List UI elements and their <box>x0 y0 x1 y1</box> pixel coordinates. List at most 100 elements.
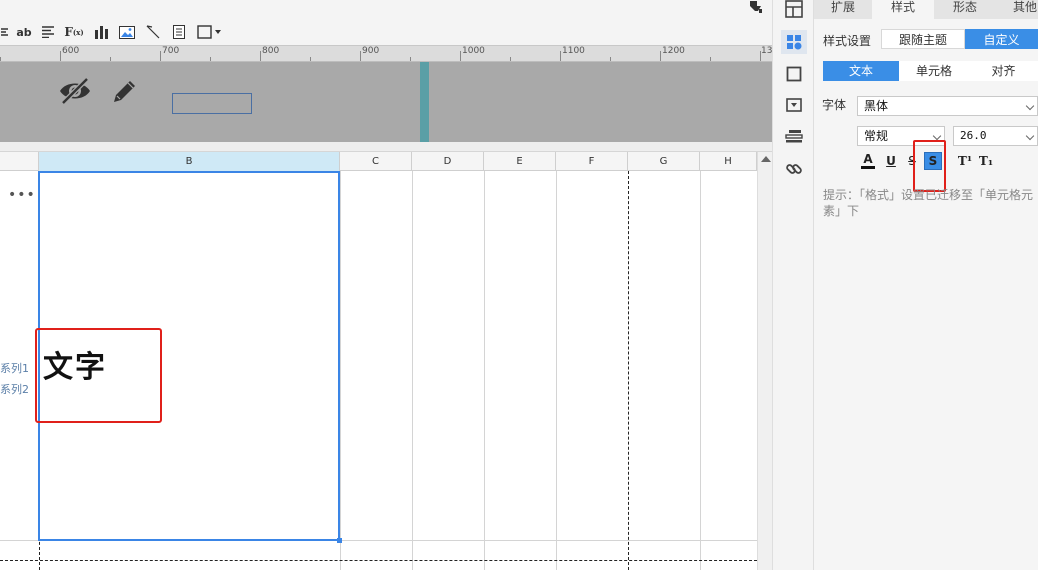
pin-icon[interactable] <box>748 0 764 14</box>
sub-tab-align[interactable]: 对齐 <box>969 61 1038 81</box>
ruler-label: 900 <box>362 46 380 56</box>
more-icon[interactable]: ••• <box>8 187 36 203</box>
column-header-e[interactable]: E <box>484 152 556 171</box>
column-header-g[interactable]: G <box>628 152 700 171</box>
text-field-button[interactable]: ab <box>15 19 33 45</box>
toolbar-top-strip <box>0 0 772 18</box>
font-family-select[interactable]: 黑体 <box>857 96 1038 116</box>
grid-line <box>556 171 557 570</box>
report-icon[interactable] <box>170 19 188 45</box>
ruler-label: 130 <box>761 46 772 56</box>
style-settings-label: 样式设置 <box>823 34 872 48</box>
link-icon[interactable] <box>781 157 807 181</box>
column-header-d[interactable]: D <box>412 152 484 171</box>
font-size-value: 26.0 <box>960 129 987 142</box>
ruler-tick <box>610 57 611 61</box>
formula-button[interactable]: F (x) <box>63 19 85 45</box>
grid-line <box>412 171 413 570</box>
paragraph-icon[interactable] <box>39 19 57 45</box>
report-header-area[interactable] <box>0 62 772 142</box>
ruler-tick <box>360 51 361 61</box>
panel-tab-bar: 扩展 样式 形态 其他 <box>814 0 1038 19</box>
column-header-c[interactable]: C <box>340 152 412 171</box>
highlight-box-shadow-button <box>913 140 946 192</box>
highlight-box-cell-text <box>35 328 162 423</box>
image-icon[interactable] <box>117 19 137 45</box>
page-break-line <box>0 560 757 561</box>
table-icon[interactable] <box>781 0 807 21</box>
widget-icon[interactable] <box>781 93 807 117</box>
ruler-label: 1000 <box>462 46 485 56</box>
tab-style[interactable]: 样式 <box>872 0 934 19</box>
column-header-row: B C D E F G H <box>0 152 757 171</box>
header-divider[interactable] <box>420 62 429 142</box>
border-icon[interactable] <box>196 19 224 45</box>
ruler: 600 700 800 900 1000 1100 1200 130 <box>0 45 772 62</box>
side-icon-rail <box>772 0 814 570</box>
font-size-select[interactable]: 26.0 <box>953 126 1038 146</box>
column-header-b[interactable]: B <box>39 152 340 171</box>
vertical-scrollbar[interactable] <box>757 152 772 570</box>
scroll-up-icon[interactable] <box>761 156 771 162</box>
font-label: 字体 <box>822 98 847 112</box>
grid-line <box>700 171 701 570</box>
custom-style-button[interactable]: 自定义 <box>965 29 1038 49</box>
subscript-button[interactable]: T₁ <box>977 152 995 170</box>
format-hint-text: 提示：「格式」设置已迁移至「单元格元素」下 <box>823 188 1034 218</box>
follow-theme-button[interactable]: 跟随主题 <box>881 29 965 49</box>
tab-form[interactable]: 形态 <box>934 0 996 19</box>
sub-tab-cell[interactable]: 单元格 <box>899 61 969 81</box>
page-break-line <box>628 171 629 570</box>
ruler-label: 600 <box>62 46 80 56</box>
ruler-tick <box>260 51 261 61</box>
chart-icon[interactable] <box>92 19 110 45</box>
column-header-f[interactable]: F <box>556 152 628 171</box>
property-panel: 扩展 样式 形态 其他 样式设置 跟随主题 自定义 文本 单元格 对齐 字体 黑… <box>814 0 1038 570</box>
spreadsheet-grid[interactable]: B C D E F G H ••• 系列1 系列2 文字 <box>0 152 772 570</box>
ruler-tick <box>660 51 661 61</box>
series-label: 系列1 <box>0 362 29 375</box>
tab-other[interactable]: 其他 <box>996 0 1038 19</box>
sub-tab-text[interactable]: 文本 <box>823 61 899 81</box>
component-icon[interactable] <box>781 30 807 54</box>
font-family-value: 黑体 <box>864 99 889 113</box>
font-weight-value: 常规 <box>864 129 889 143</box>
ruler-tick <box>710 57 711 61</box>
frame-icon[interactable] <box>781 62 807 86</box>
ruler-tick <box>0 57 1 61</box>
ruler-tick <box>210 57 211 61</box>
font-color-icon: A <box>861 151 875 169</box>
toolbar-row: ab F (x) <box>0 19 772 45</box>
ruler-tick <box>510 57 511 61</box>
toolbar: ab F (x) <box>0 0 772 45</box>
superscript-button[interactable]: T¹ <box>956 152 974 170</box>
series-label: 系列2 <box>0 383 29 396</box>
grid-line <box>484 171 485 570</box>
pencil-icon[interactable] <box>110 76 140 106</box>
header-placeholder-box[interactable] <box>172 93 252 114</box>
ruler-label: 700 <box>162 46 180 56</box>
layer-icon[interactable] <box>781 124 807 148</box>
font-color-button[interactable]: A <box>859 152 877 170</box>
ruler-tick <box>310 57 311 61</box>
column-header-a[interactable] <box>0 152 39 171</box>
chevron-down-icon <box>1025 131 1035 141</box>
header-gap <box>0 142 772 152</box>
align-icon[interactable] <box>0 19 10 45</box>
slash-icon[interactable] <box>144 19 162 45</box>
fill-handle[interactable] <box>337 538 342 543</box>
eye-off-icon[interactable] <box>58 76 92 106</box>
ruler-tick <box>460 51 461 61</box>
font-color-label: A <box>863 151 873 166</box>
ruler-tick <box>160 51 161 61</box>
grid-line <box>340 171 341 570</box>
chevron-down-icon <box>932 131 942 141</box>
column-header-h[interactable]: H <box>700 152 757 171</box>
font-color-swatch <box>861 165 875 169</box>
tab-extension[interactable]: 扩展 <box>814 0 872 19</box>
ruler-label: 800 <box>262 46 280 56</box>
ruler-label: 1200 <box>662 46 685 56</box>
ruler-tick <box>410 57 411 61</box>
ruler-tick <box>560 51 561 61</box>
underline-button[interactable]: U <box>882 152 900 170</box>
